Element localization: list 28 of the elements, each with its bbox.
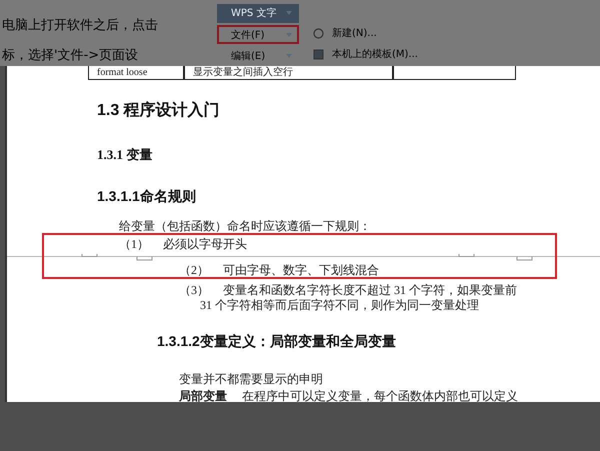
menu-item[interactable]: 编辑(E) xyxy=(217,46,299,66)
section-heading: 1.3 程序设计入门 xyxy=(97,100,220,120)
list-number: （3） xyxy=(179,283,209,298)
list-item-text: 可由字母、数字、下划线混合 xyxy=(223,263,379,278)
circle-icon xyxy=(313,28,324,38)
caret-icon xyxy=(286,11,292,16)
table-cell: 显示变量之间插入空行 xyxy=(184,66,393,80)
submenu-item[interactable]: 新建(N)... xyxy=(313,26,418,40)
instruction-text: 标，选择'文件->页面设 xyxy=(2,47,140,64)
menu-item[interactable]: 文件(F) xyxy=(217,24,299,44)
table-cell: format loose xyxy=(88,66,184,80)
list-number: （2） xyxy=(179,263,209,278)
list-item-text: 变量名和函数名字符长度不超过 31 个字符，如果变量前 xyxy=(223,283,517,298)
instruction-text: 电脑上打开软件之后，点击 xyxy=(2,17,159,34)
list-item-text: 必须以字母开头 xyxy=(163,237,247,252)
subsection-heading: 1.3.1.1命名规则 xyxy=(97,188,196,206)
submenu-item[interactable]: 本机上的模板(M)... xyxy=(313,47,418,61)
body-text: 变量并不都需要显示的申明 xyxy=(179,371,323,387)
body-text: 给变量（包括函数）命名时应该遵循一下规则： xyxy=(119,218,371,234)
caret-icon xyxy=(286,32,292,37)
caret-icon xyxy=(286,54,292,58)
body-text: 局部变量 在程序中可以定义变量，每个函数体内部也可以定义 xyxy=(179,388,518,402)
document-icon xyxy=(313,48,324,60)
menu-item[interactable]: WPS 文字 xyxy=(217,4,299,23)
list-number: （1） xyxy=(119,237,149,252)
subsection-heading: 1.3.1.2变量定义：局部变量和全局变量 xyxy=(157,333,396,351)
subsection-heading: 1.3.1 变量 xyxy=(97,146,152,163)
body-text: 31 个字符相等而后面字符不同，则作为同一变量处理 xyxy=(200,298,479,313)
